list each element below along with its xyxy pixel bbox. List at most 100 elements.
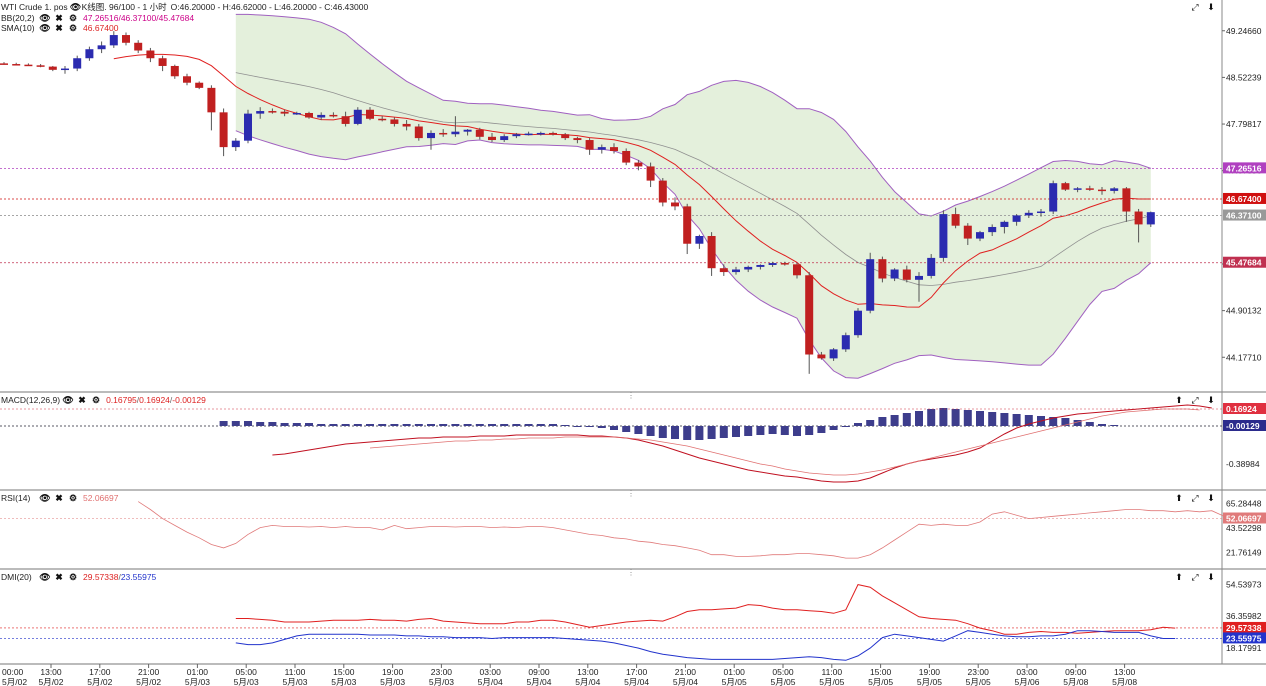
arrow-down-icon[interactable]: ⬇ — [1204, 395, 1218, 406]
macd-histogram-bar — [244, 421, 252, 426]
candle-body — [658, 180, 667, 203]
arrow-down-icon[interactable]: ⬇ — [1204, 493, 1218, 504]
x-tick-label: 5月/02 — [136, 677, 161, 686]
gear-icon[interactable]: ⚙ — [67, 572, 79, 583]
eye-icon[interactable]: 👁 — [62, 395, 74, 406]
macd-histogram-bar — [902, 413, 911, 426]
arrow-down-icon[interactable]: ⬇ — [1204, 572, 1218, 583]
macd-zero-tag: -0.00129 — [1226, 421, 1260, 431]
gear-icon[interactable]: ⚙ — [67, 23, 79, 34]
dmi-header: DMI(20) 👁 ✖ ⚙ 29.57338/23.55975 — [1, 572, 157, 583]
bollinger-band — [235, 14, 1151, 379]
y-tick-label: 49.24660 — [1226, 26, 1262, 36]
macd-histogram-bar — [744, 426, 753, 436]
arrow-up-icon[interactable]: ⬆ — [1172, 395, 1186, 406]
expand-icon[interactable]: ⤢ — [1188, 395, 1202, 406]
candle-body — [646, 166, 655, 181]
x-tick-label: 5月/02 — [87, 677, 112, 686]
macd-histogram-bar — [768, 426, 777, 434]
gear-icon[interactable]: ⚙ — [67, 493, 79, 504]
x-tick-label: 01:00 — [724, 667, 746, 677]
rsi-line — [137, 501, 1249, 559]
macd-histogram-bar — [549, 424, 557, 426]
candle-body — [1037, 211, 1045, 214]
macd-signal-line — [369, 408, 1200, 476]
y-tick-label: 47.79817 — [1226, 119, 1262, 129]
candle-body — [951, 214, 960, 226]
candle-body — [707, 236, 716, 269]
macd-histogram-bar — [475, 424, 484, 426]
candle-body — [463, 129, 472, 132]
macd-histogram-bar — [524, 424, 533, 426]
macd-histogram-bar — [841, 426, 850, 427]
eye-icon[interactable]: 👁 — [70, 2, 82, 13]
bb-upper-tag: 47.26516 — [1226, 163, 1262, 173]
x-tick-label: 5月/04 — [478, 677, 503, 686]
macd-histogram-bar — [658, 426, 667, 438]
x-tick-label: 05:00 — [772, 667, 794, 677]
panel-resize-handle: ⋮ — [627, 391, 635, 400]
macd-histogram-bar — [329, 424, 338, 426]
close-icon[interactable]: ✖ — [76, 395, 88, 406]
candle-body — [549, 132, 557, 135]
eye-icon[interactable]: 👁 — [39, 23, 51, 34]
x-tick-label: 03:00 — [1016, 667, 1038, 677]
x-tick-label: 5月/03 — [234, 677, 259, 686]
dmi-blue-line — [235, 630, 1176, 661]
expand-icon[interactable]: ⤢ — [1188, 2, 1202, 13]
arrow-up-icon[interactable]: ⬆ — [1172, 493, 1186, 504]
candle-body — [524, 133, 533, 136]
arrow-down-icon[interactable]: ⬇ — [1204, 2, 1218, 13]
dmi-red-tag: 29.57338 — [1226, 623, 1262, 633]
x-tick-label: 13:00 — [1114, 667, 1136, 677]
expand-icon[interactable]: ⤢ — [1188, 493, 1202, 504]
candle-body — [890, 269, 899, 279]
candle-body — [0, 63, 8, 65]
eye-icon[interactable]: 👁 — [39, 572, 51, 583]
eye-icon[interactable]: 👁 — [39, 493, 51, 504]
macd-histogram-bar — [439, 424, 448, 426]
candle-body — [817, 354, 826, 359]
macd-histogram-bar — [561, 425, 570, 426]
candle-body — [353, 109, 362, 124]
close-icon[interactable]: ✖ — [53, 572, 65, 583]
x-tick-label: 5月/08 — [1112, 677, 1137, 686]
rsi-tag: 52.06697 — [1226, 514, 1262, 524]
candle-body — [341, 116, 350, 124]
gear-icon[interactable]: ⚙ — [90, 395, 102, 406]
candle-body — [109, 35, 118, 46]
macd-histogram-bar — [671, 426, 679, 439]
macd-histogram-bar — [219, 421, 228, 426]
x-tick-label: 21:00 — [138, 667, 160, 677]
candle-body — [500, 136, 509, 141]
dmi-red-line — [235, 584, 1176, 635]
candle-body — [634, 162, 643, 167]
candle-body — [366, 109, 374, 119]
candle-body — [12, 64, 21, 66]
arrow-up-icon[interactable]: ⬆ — [1172, 572, 1186, 583]
x-tick-label: 09:00 — [528, 667, 550, 677]
candle-body — [317, 114, 326, 118]
y-tick-label: 44.17710 — [1226, 352, 1262, 362]
candle-body — [1110, 188, 1119, 191]
macd-histogram-bar — [1098, 424, 1106, 426]
x-tick-label: 15:00 — [333, 667, 355, 677]
candle-body — [439, 132, 448, 135]
x-tick-label: 21:00 — [675, 667, 697, 677]
macd-histogram-bar — [573, 426, 582, 427]
macd-histogram-bar — [414, 424, 423, 426]
close-icon[interactable]: ✖ — [53, 493, 65, 504]
x-tick-label: 5月/03 — [429, 677, 454, 686]
candle-body — [536, 132, 545, 135]
dmi-value-b: 23.55975 — [120, 572, 157, 582]
macd-histogram-bar — [317, 424, 326, 426]
x-tick-label: 5月/06 — [1014, 677, 1039, 686]
candle-body — [573, 138, 582, 141]
macd-tag: 0.16924 — [1226, 404, 1257, 414]
candle-body — [1146, 212, 1155, 225]
x-tick-label: 5月/05 — [722, 677, 747, 686]
close-icon[interactable]: ✖ — [53, 23, 65, 34]
macd-histogram-bar — [927, 409, 936, 426]
x-tick-label: 03:00 — [480, 667, 502, 677]
expand-icon[interactable]: ⤢ — [1188, 572, 1202, 583]
